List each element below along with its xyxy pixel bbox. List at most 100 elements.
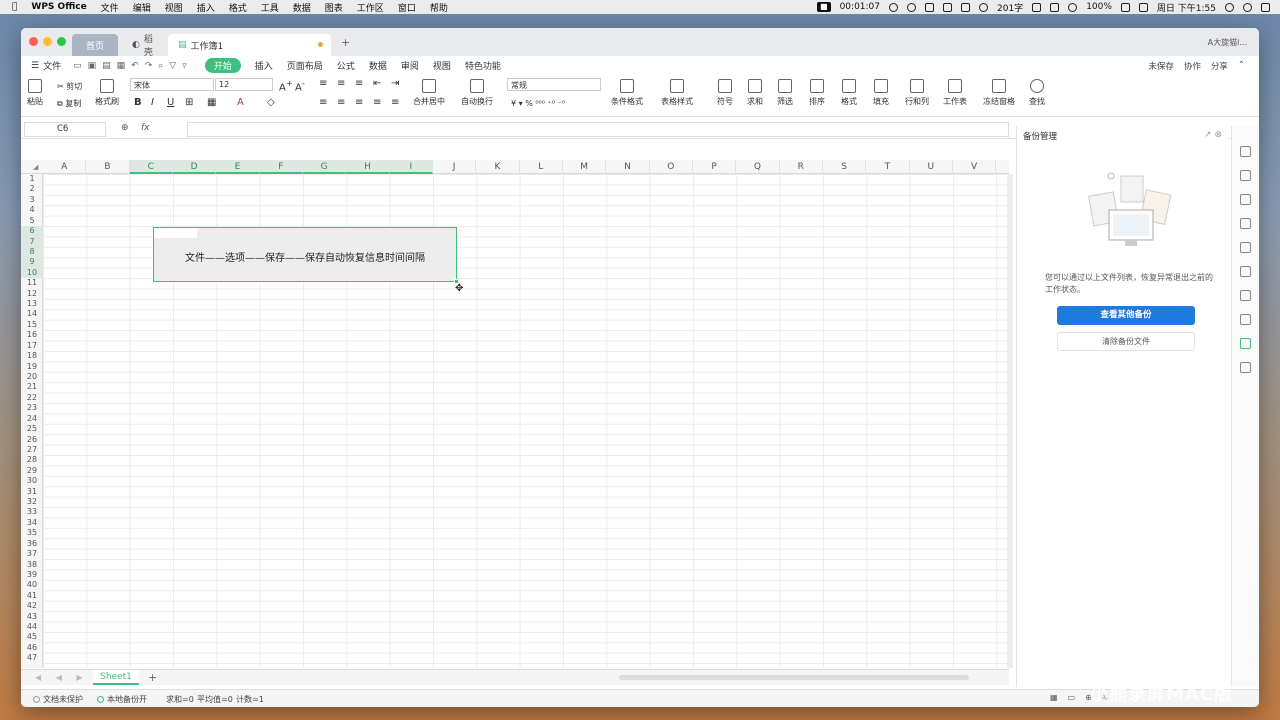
search-icon[interactable] — [1225, 2, 1234, 12]
row-header[interactable]: 3 — [21, 195, 43, 205]
layers-icon[interactable] — [1240, 218, 1251, 229]
column-header[interactable]: D — [172, 160, 217, 174]
menu-file[interactable]: 文件 — [101, 1, 119, 14]
select-icon[interactable] — [1240, 146, 1251, 157]
bold-button[interactable]: B — [134, 97, 142, 108]
shield-icon[interactable] — [979, 2, 988, 12]
volume-icon[interactable] — [1050, 2, 1060, 12]
battery-icon[interactable] — [1120, 2, 1130, 12]
row-header[interactable]: 10 — [21, 267, 43, 279]
row-header[interactable]: 5 — [21, 216, 43, 226]
symbol-button[interactable]: 符号 — [717, 79, 733, 107]
vertical-scrollbar[interactable] — [1007, 174, 1013, 668]
row-header[interactable]: 20 — [21, 372, 43, 382]
row-header[interactable]: 12 — [21, 289, 43, 299]
justify-icon[interactable]: ≡ — [373, 97, 381, 108]
number-format-buttons[interactable]: ¥ ▾ % ⁰⁰⁰ ⁺⁰ ⁻⁰ — [511, 99, 565, 108]
zoom-window-button[interactable] — [57, 37, 66, 46]
filter-button[interactable]: 筛选 — [777, 79, 793, 107]
row-header[interactable]: 28 — [21, 455, 43, 465]
clipboard-icon[interactable] — [961, 2, 970, 12]
row-header[interactable]: 36 — [21, 539, 43, 549]
name-box[interactable]: C6 — [24, 122, 106, 137]
tab-workbook[interactable]: ▤ 工作簿1 — [168, 34, 331, 56]
more-icon[interactable]: ▿ — [182, 61, 187, 71]
cell-area[interactable]: 文件——选项——保存——保存自动恢复信息时间间隔 — [43, 174, 1009, 668]
row-header[interactable]: 25 — [21, 424, 43, 434]
open-icon[interactable]: ▭ — [73, 61, 82, 71]
row-header[interactable]: 31 — [21, 487, 43, 497]
tab-formulas[interactable]: 公式 — [337, 59, 355, 72]
align-left-icon[interactable]: ≡ — [319, 97, 327, 108]
print-icon[interactable]: ▤ — [102, 61, 111, 71]
user-account[interactable]: A大旋猫l... — [1208, 37, 1247, 48]
merge-center-button[interactable]: 合并居中 — [413, 79, 445, 107]
panel-close-icon[interactable]: ↗ ⊗ — [1204, 130, 1222, 140]
menu-edit[interactable]: 编辑 — [133, 1, 151, 14]
align-top-icon[interactable]: ≡ — [319, 78, 327, 89]
column-header[interactable]: C — [129, 160, 173, 174]
column-header[interactable]: L — [520, 160, 563, 174]
row-header[interactable]: 45 — [21, 632, 43, 642]
tab-page-layout[interactable]: 页面布局 — [287, 59, 323, 72]
font-color-icon[interactable]: A — [237, 97, 244, 108]
freeze-panes-button[interactable]: 冻结窗格 — [983, 79, 1015, 107]
pen-icon[interactable] — [943, 2, 952, 12]
italic-button[interactable]: I — [151, 97, 154, 108]
row-header[interactable]: 42 — [21, 601, 43, 611]
undo-icon[interactable]: ↶ — [131, 61, 139, 71]
column-header[interactable]: I — [389, 160, 433, 174]
align-center-icon[interactable]: ≡ — [337, 97, 345, 108]
menu-workspace[interactable]: 工作区 — [357, 1, 384, 14]
tab-home[interactable]: 首页 — [72, 34, 118, 56]
column-header[interactable]: J — [433, 160, 477, 174]
row-header[interactable]: 14 — [21, 309, 43, 319]
row-header[interactable]: 32 — [21, 497, 43, 507]
decrease-font-icon[interactable]: A- — [295, 78, 305, 93]
wrap-text-button[interactable]: 自动换行 — [461, 79, 493, 107]
align-bottom-icon[interactable]: ≡ — [355, 78, 363, 89]
row-header[interactable]: 37 — [21, 549, 43, 559]
row-header[interactable]: 34 — [21, 518, 43, 528]
row-header[interactable]: 30 — [21, 476, 43, 486]
column-header[interactable]: B — [86, 160, 130, 174]
border-icon[interactable]: ⊞ — [185, 97, 193, 108]
collapse-ribbon-icon[interactable]: ⌃ — [1238, 60, 1245, 72]
row-header[interactable]: 22 — [21, 393, 43, 403]
notification-center-icon[interactable] — [1261, 2, 1270, 12]
backup-status[interactable]: 本地备份开 — [97, 694, 147, 705]
normal-view-icon[interactable]: ▦ — [1050, 693, 1058, 702]
row-header[interactable]: 19 — [21, 362, 43, 372]
clear-backup-button[interactable]: 清除备份文件 — [1057, 332, 1195, 351]
column-header[interactable]: R — [780, 160, 823, 174]
column-header[interactable]: H — [346, 160, 390, 174]
font-family-select[interactable]: 宋体 — [130, 78, 214, 91]
tab-features[interactable]: 特色功能 — [465, 59, 501, 72]
menu-insert[interactable]: 插入 — [197, 1, 215, 14]
worksheet-button[interactable]: 工作表 — [943, 79, 967, 107]
row-header[interactable]: 21 — [21, 382, 43, 392]
font-size-select[interactable]: 12 — [215, 78, 273, 91]
column-header[interactable]: G — [302, 160, 347, 174]
page-layout-icon[interactable]: ▭ — [1068, 693, 1076, 702]
eraser-icon[interactable]: ◇ — [267, 97, 275, 108]
fill-color-icon[interactable]: ▦ — [207, 97, 216, 108]
indent-increase-icon[interactable]: ⇥ — [391, 78, 399, 89]
row-header[interactable]: 13 — [21, 299, 43, 309]
row-header[interactable]: 33 — [21, 507, 43, 517]
unsaved-dot[interactable] — [318, 42, 323, 47]
select-all-icon[interactable]: ◢ — [33, 163, 38, 171]
row-header[interactable]: 35 — [21, 528, 43, 538]
column-header[interactable]: Q — [736, 160, 780, 174]
sum-button[interactable]: 求和 — [747, 79, 763, 107]
column-header[interactable]: V — [953, 160, 997, 174]
airplay-icon[interactable] — [1032, 2, 1042, 12]
menu-chart[interactable]: 图表 — [325, 1, 343, 14]
row-header[interactable]: 4 — [21, 205, 43, 215]
row-header[interactable]: 38 — [21, 560, 43, 570]
wifi-icon[interactable] — [1068, 2, 1078, 12]
row-header[interactable]: 47 — [21, 653, 43, 663]
protection-status[interactable]: 文档未保护 — [33, 694, 83, 705]
align-right-icon[interactable]: ≡ — [355, 97, 363, 108]
backup-icon[interactable] — [1240, 338, 1251, 349]
